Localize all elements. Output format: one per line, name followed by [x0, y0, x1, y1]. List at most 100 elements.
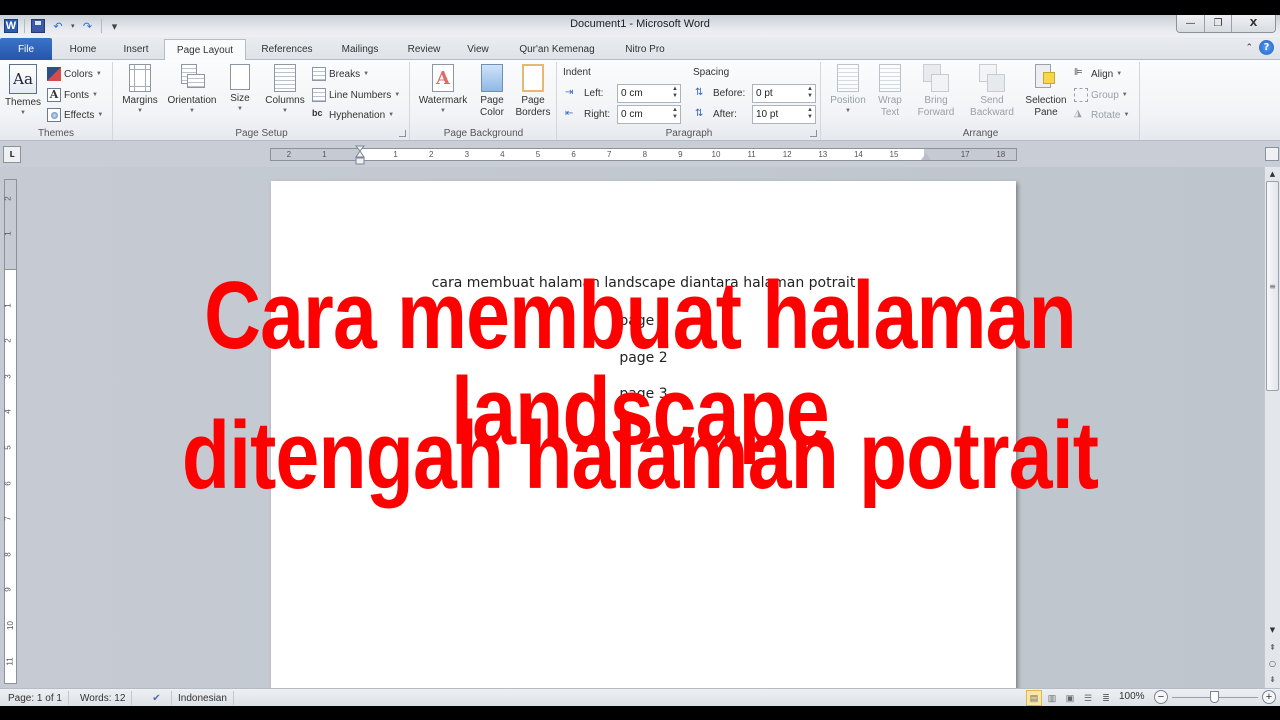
document-page[interactable]: cara membuat halaman landscape diantara … [271, 181, 1016, 688]
vertical-ruler-number: 1 [3, 302, 13, 308]
size-icon [230, 64, 250, 90]
spinner-arrows-icon[interactable]: ▲ ▼ [672, 86, 678, 100]
align-button[interactable]: ⊫ Align ▼ [1074, 65, 1122, 83]
scroll-up-icon[interactable]: ▲ [1265, 167, 1280, 181]
line-numbers-button[interactable]: Line Numbers ▼ [312, 86, 400, 104]
doc-line-page-3[interactable]: page 3 [271, 386, 1016, 402]
spinner-arrows-icon[interactable]: ▲ ▼ [672, 107, 678, 121]
colors-button[interactable]: Colors ▼ [47, 65, 102, 83]
full-screen-reading-icon[interactable]: ▥ [1044, 690, 1060, 706]
spacing-before-label: Before: [713, 88, 746, 99]
vertical-ruler[interactable]: 2 1 1 2 3 4 5 6 7 8 9 10 11 [4, 179, 17, 684]
zoom-level[interactable]: 100% [1119, 691, 1145, 702]
bring-forward-icon [923, 64, 949, 92]
proofing-icon[interactable]: ✔ [142, 691, 172, 705]
doc-line-page-1[interactable]: page 1 [271, 313, 1016, 329]
indent-right-input[interactable]: 0 cm ▲ ▼ [617, 105, 681, 124]
spinner-arrows-icon[interactable]: ▲ ▼ [807, 86, 813, 100]
minimize-button[interactable]: — [1177, 15, 1204, 32]
margins-icon [129, 64, 151, 92]
tab-view[interactable]: View [458, 39, 498, 60]
scroll-down-icon[interactable]: ▼ [1265, 623, 1280, 637]
print-layout-icon[interactable]: ▤ [1026, 690, 1042, 706]
tab-mailings[interactable]: Mailings [332, 39, 388, 60]
indent-left-icon: ⇥ [565, 87, 574, 98]
breaks-button[interactable]: Breaks ▼ [312, 65, 369, 83]
bring-forward-button[interactable]: Bring Forward [912, 64, 960, 119]
wrap-text-button[interactable]: Wrap Text [872, 64, 908, 119]
zoom-out-button[interactable]: − [1154, 690, 1168, 704]
close-button[interactable]: X [1231, 15, 1275, 32]
send-backward-button[interactable]: Send Backward [964, 64, 1020, 119]
size-label: Size [230, 93, 250, 104]
colors-label: Colors [64, 68, 93, 80]
scroll-thumb[interactable]: ≡ [1266, 181, 1279, 391]
line-numbers-icon [312, 88, 326, 102]
effects-button[interactable]: Effects ▼ [47, 106, 103, 124]
selection-pane-button[interactable]: Selection Pane [1022, 64, 1070, 119]
tab-file[interactable]: File [0, 38, 52, 60]
doc-title-line[interactable]: cara membuat halaman landscape diantara … [271, 275, 1016, 291]
spinner-arrows-icon[interactable]: ▲ ▼ [807, 107, 813, 121]
fonts-button[interactable]: A Fonts ▼ [47, 86, 98, 104]
tab-review[interactable]: Review [398, 39, 450, 60]
zoom-slider-thumb[interactable] [1210, 691, 1219, 703]
hyphenation-button[interactable]: bc Hyphenation ▼ [312, 106, 394, 124]
rotate-button[interactable]: ◮ Rotate ▼ [1074, 106, 1129, 124]
watermark-button[interactable]: A Watermark ▼ [415, 64, 471, 115]
outline-icon[interactable]: ☰ [1080, 690, 1096, 706]
themes-button[interactable]: Aa Themes ▼ [4, 64, 42, 117]
line-numbers-label: Line Numbers [329, 89, 392, 101]
page-borders-button[interactable]: Page Borders [513, 64, 553, 119]
fonts-label: Fonts [64, 89, 90, 101]
tab-page-layout[interactable]: Page Layout [164, 39, 246, 61]
group-label-page-setup: Page Setup [235, 128, 288, 139]
indent-left-input[interactable]: 0 cm ▲ ▼ [617, 84, 681, 103]
title-bar: W ↶ ▾ ↷ ▾ Document1 - Microsoft Word — ❐… [0, 15, 1280, 37]
vertical-scrollbar[interactable]: ▲ ≡ ▼ ⇞ ○ ⇟ [1264, 167, 1280, 688]
draft-icon[interactable]: ≣ [1098, 690, 1114, 706]
zoom-in-button[interactable]: + [1262, 690, 1276, 704]
view-ruler-button[interactable] [1265, 147, 1279, 161]
page-setup-launcher[interactable] [399, 130, 406, 137]
next-page-icon[interactable]: ⇟ [1265, 671, 1280, 687]
tab-home[interactable]: Home [58, 39, 108, 60]
orientation-button[interactable]: Orientation ▼ [162, 64, 222, 115]
word-count[interactable]: Words: 12 [74, 691, 133, 705]
group-label-paragraph: Paragraph [665, 128, 713, 139]
restore-button[interactable]: ❐ [1204, 15, 1231, 32]
doc-line-page-2[interactable]: page 2 [271, 350, 1016, 366]
spacing-before-input[interactable]: 0 pt ▲ ▼ [752, 84, 816, 103]
web-layout-icon[interactable]: ▣ [1062, 690, 1078, 706]
wrap-text-label-1: Wrap [878, 95, 902, 106]
language-indicator[interactable]: Indonesian [172, 691, 234, 705]
margins-button[interactable]: Margins ▼ [118, 64, 162, 115]
page-color-button[interactable]: Page Color [473, 64, 511, 119]
browse-object-icon[interactable]: ○ [1265, 655, 1280, 671]
size-button[interactable]: Size ▼ [224, 64, 256, 113]
tab-stop-selector[interactable]: L [3, 146, 21, 163]
vertical-ruler-number: 8 [3, 552, 13, 557]
tab-nitro-pro[interactable]: Nitro Pro [614, 39, 676, 60]
previous-page-icon[interactable]: ⇞ [1265, 639, 1280, 655]
tab-references[interactable]: References [250, 39, 324, 60]
right-indent-marker[interactable] [921, 153, 931, 160]
page-count[interactable]: Page: 1 of 1 [2, 691, 69, 705]
word-window: W ↶ ▾ ↷ ▾ Document1 - Microsoft Word — ❐… [0, 0, 1280, 720]
group-button[interactable]: Group ▼ [1074, 86, 1128, 104]
horizontal-ruler[interactable]: 2 1 1 2 3 4 5 6 7 8 9 10 11 12 13 14 15 17 18 [270, 148, 1017, 161]
tab-insert[interactable]: Insert [112, 39, 160, 60]
effects-label: Effects [64, 109, 95, 121]
indent-left-label: Left: [584, 88, 604, 99]
indent-marker-icon[interactable] [355, 145, 365, 167]
spacing-after-input[interactable]: 10 pt ▲ ▼ [752, 105, 816, 124]
position-button[interactable]: Position ▼ [826, 64, 870, 115]
columns-button[interactable]: Columns ▼ [262, 64, 308, 115]
minimize-ribbon-icon[interactable]: ⌃ [1245, 43, 1253, 53]
help-icon[interactable]: ? [1259, 40, 1274, 55]
paragraph-launcher[interactable] [810, 130, 817, 137]
position-label: Position [830, 95, 866, 106]
ruler-number: 2 [286, 150, 292, 159]
breaks-icon [312, 67, 326, 81]
tab-quran-kemenag[interactable]: Qur'an Kemenag [508, 39, 606, 60]
